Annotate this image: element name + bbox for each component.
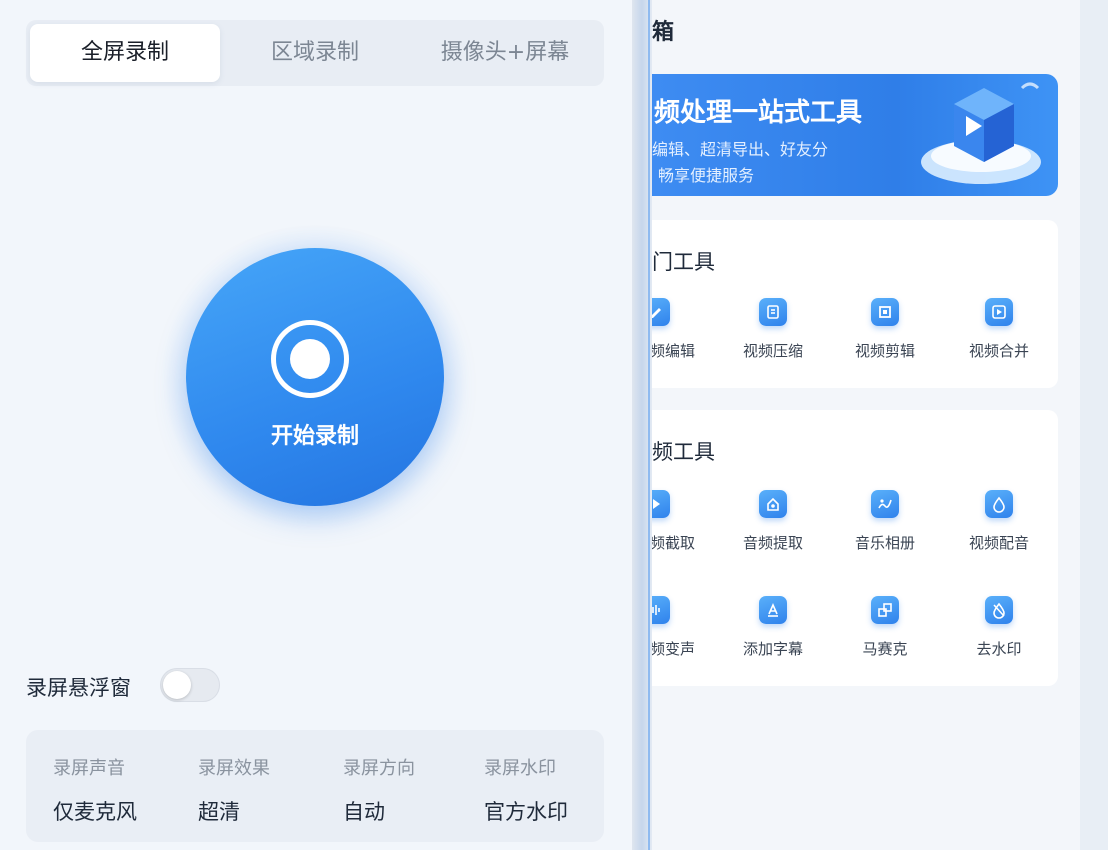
tool-video-dub[interactable]: 视频配音 [944, 490, 1054, 560]
tool-video-compress[interactable]: 视频压缩 [718, 298, 828, 368]
tool-video-crop[interactable]: 视频剪辑 [830, 298, 940, 368]
clip-icon [652, 490, 670, 518]
video-cube-icon [921, 82, 1041, 184]
merge-icon [985, 298, 1013, 326]
tool-mosaic[interactable]: 马赛克 [830, 596, 940, 666]
tool-audio-extract[interactable]: 音频提取 [718, 490, 828, 560]
setting-audio-value: 仅麦克风 [53, 800, 137, 824]
mosaic-icon [871, 596, 899, 624]
tool-label: 音乐相册 [854, 534, 915, 552]
panel-divider-line [648, 0, 650, 850]
float-window-toggle[interactable] [160, 668, 220, 702]
subtitle-icon [759, 596, 787, 624]
setting-quality[interactable]: 录屏效果 超清 [198, 730, 338, 842]
tab-fullscreen-record[interactable]: 全屏录制 [30, 24, 220, 82]
tool-label: 视频合并 [968, 342, 1029, 360]
banner-title: 频处理一站式工具 [654, 98, 863, 128]
banner-subtitle-line1: 编辑、超清导出、好友分 [652, 140, 829, 159]
tool-remove-watermark[interactable]: 去水印 [944, 596, 1054, 666]
window-right-edge [1080, 0, 1108, 850]
music-album-icon [871, 490, 899, 518]
record-settings: 录屏声音 仅麦克风 录屏效果 超清 录屏方向 自动 录屏水印 官方水印 [26, 730, 604, 842]
tool-label: 音频提取 [742, 534, 803, 552]
voice-change-icon [652, 596, 670, 624]
setting-audio[interactable]: 录屏声音 仅麦克风 [53, 730, 193, 842]
audio-tools-card: 频工具 频截取 音频提取 音乐相册 视频配音 频变声 添加字幕 马赛克 去水印 [652, 410, 1058, 686]
start-record-button[interactable]: 开始录制 [186, 248, 444, 506]
tool-video-merge[interactable]: 视频合并 [944, 298, 1054, 368]
tool-label: 添加字幕 [742, 640, 803, 658]
record-icon [271, 320, 349, 398]
tool-label: 去水印 [976, 640, 1022, 658]
recorder-panel: 全屏录制 区域录制 摄像头+屏幕 开始录制 录屏悬浮窗 录屏声音 仅麦克风 录屏… [0, 0, 632, 850]
setting-quality-value: 超清 [198, 800, 240, 824]
edit-icon [652, 298, 670, 326]
banner-subtitle-line2: 畅享便捷服务 [658, 166, 755, 185]
compress-icon [759, 298, 787, 326]
record-dot [290, 339, 330, 379]
tab-region-record[interactable]: 区域录制 [220, 24, 410, 82]
extract-icon [759, 490, 787, 518]
audio-tools-title: 频工具 [652, 440, 715, 464]
setting-orientation-title: 录屏方向 [343, 758, 415, 779]
tool-label: 视频压缩 [742, 342, 803, 360]
tab-camera-screen[interactable]: 摄像头+屏幕 [410, 24, 600, 82]
setting-quality-title: 录屏效果 [198, 758, 270, 779]
remove-watermark-icon [985, 596, 1013, 624]
float-window-label: 录屏悬浮窗 [26, 676, 131, 700]
tool-label: 马赛克 [862, 640, 908, 658]
tool-add-subtitle[interactable]: 添加字幕 [718, 596, 828, 666]
setting-watermark-value: 官方水印 [484, 800, 568, 824]
setting-audio-title: 录屏声音 [53, 758, 125, 779]
tool-label: 视频配音 [968, 534, 1029, 552]
setting-orientation[interactable]: 录屏方向 自动 [343, 730, 483, 842]
toggle-knob [163, 671, 191, 699]
setting-watermark-title: 录屏水印 [484, 758, 556, 779]
setting-watermark[interactable]: 录屏水印 官方水印 [484, 730, 624, 842]
tool-label: 视频剪辑 [854, 342, 915, 360]
crop-icon [871, 298, 899, 326]
hot-tools-card: 门工具 频编辑 视频压缩 视频剪辑 视频合并 [652, 220, 1058, 388]
dub-icon [985, 490, 1013, 518]
record-mode-tabs: 全屏录制 区域录制 摄像头+屏幕 [26, 20, 604, 86]
start-record-label: 开始录制 [270, 424, 359, 449]
toolbox-title: 箱 [652, 20, 675, 45]
toolbox-banner[interactable]: 频处理一站式工具 编辑、超清导出、好友分 畅享便捷服务 [652, 74, 1058, 196]
tool-music-album[interactable]: 音乐相册 [830, 490, 940, 560]
toolbox-panel: 箱 频处理一站式工具 编辑、超清导出、好友分 畅享便捷服务 门工具 频编辑 视频… [652, 0, 1108, 850]
setting-orientation-value: 自动 [343, 800, 385, 824]
hot-tools-title: 门工具 [652, 250, 715, 274]
